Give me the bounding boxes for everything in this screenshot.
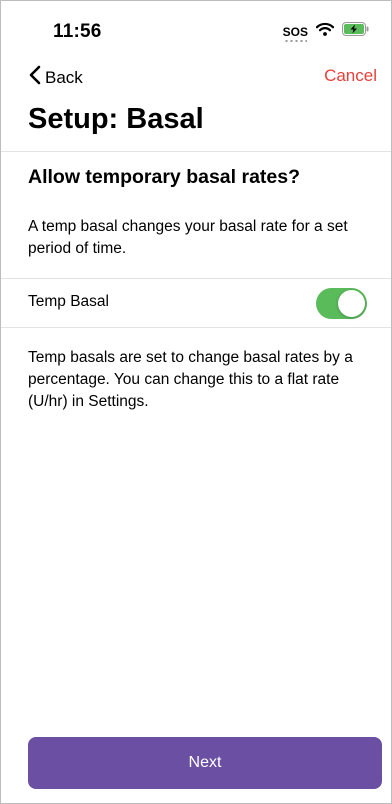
wifi-icon [315,22,335,41]
screen: 11:56 SOS Back Cancel Setup: Basal Allow… [0,0,392,804]
row-bottom-divider [1,327,391,328]
toggle-knob [338,290,365,317]
navigation-bar: Back Cancel [1,61,391,91]
status-bar: 11:56 SOS [1,1,391,57]
battery-charging-icon [342,22,369,41]
sos-indicator: SOS [282,24,308,42]
next-button[interactable]: Next [28,737,382,789]
temp-basal-label: Temp Basal [28,293,109,310]
chevron-left-icon [29,65,41,90]
status-time: 11:56 [53,21,102,42]
section-heading: Allow temporary basal rates? [28,166,301,188]
temp-basal-row: Temp Basal [1,279,391,327]
back-label: Back [45,67,83,87]
title-divider [1,151,391,152]
intro-text: A temp basal changes your basal rate for… [28,218,348,257]
temp-basal-toggle[interactable] [316,288,367,319]
back-button[interactable]: Back [29,65,83,90]
status-icons: SOS [282,22,369,42]
page-title: Setup: Basal [28,103,204,135]
info-text: Temp basals are set to change basal rate… [28,349,353,410]
cancel-button[interactable]: Cancel [324,66,377,86]
